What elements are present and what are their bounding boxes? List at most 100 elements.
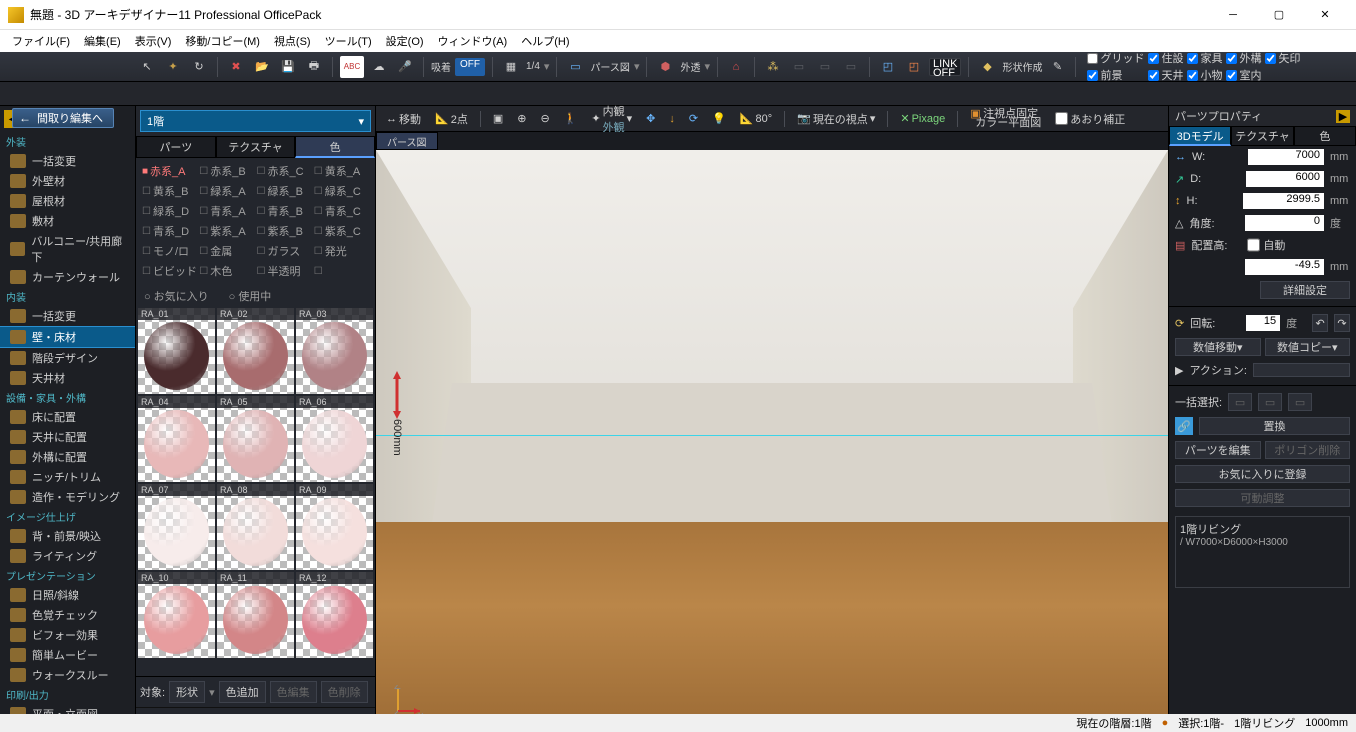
color-thumbnail[interactable]: RA_04 bbox=[138, 396, 215, 482]
nav-item[interactable]: ウォークスルー bbox=[0, 665, 135, 685]
category-item[interactable]: 金属 bbox=[199, 242, 254, 260]
edit-parts-button[interactable]: パーツを編集 bbox=[1175, 441, 1261, 459]
pan-icon[interactable]: ✥ bbox=[642, 110, 659, 128]
detail-settings-button[interactable]: 詳細設定 bbox=[1260, 281, 1350, 299]
nav-item[interactable]: 外構に配置 bbox=[0, 447, 135, 467]
category-item[interactable]: 青系_C bbox=[314, 202, 369, 220]
menu-item[interactable]: ウィンドウ(A) bbox=[432, 31, 514, 51]
grid-icon[interactable]: ▦ bbox=[500, 56, 522, 78]
3d-viewport[interactable]: 600mm Zx bbox=[376, 150, 1168, 732]
nav-item[interactable]: 外壁材 bbox=[0, 171, 135, 191]
display-check-ceiling[interactable]: 天井 bbox=[1148, 67, 1183, 83]
nav-item[interactable]: 天井に配置 bbox=[0, 427, 135, 447]
color-thumbnail[interactable]: RA_01 bbox=[138, 308, 215, 394]
walk-icon[interactable]: 🚶 bbox=[560, 110, 582, 128]
persp-view-icon[interactable]: ▭ bbox=[564, 56, 586, 78]
orbit-down-icon[interactable]: ↓ bbox=[665, 110, 679, 128]
category-item[interactable]: 紫系_A bbox=[199, 222, 254, 240]
rotate-input[interactable]: 15 bbox=[1246, 315, 1280, 331]
color-thumbnail[interactable]: RA_07 bbox=[138, 484, 215, 570]
category-item[interactable]: ガラス bbox=[257, 242, 312, 260]
properties-collapse-icon[interactable]: ▶ bbox=[1336, 110, 1350, 123]
favorite-register-button[interactable]: お気に入りに登録 bbox=[1175, 465, 1350, 483]
nav-item[interactable]: ライティング bbox=[0, 546, 135, 566]
nav-item[interactable]: 敷材 bbox=[0, 211, 135, 231]
properties-tab[interactable]: テクスチャ bbox=[1231, 126, 1293, 146]
menu-item[interactable]: 編集(E) bbox=[78, 31, 127, 51]
color-thumbnail[interactable]: RA_08 bbox=[217, 484, 294, 570]
properties-tab[interactable]: 色 bbox=[1294, 126, 1356, 146]
category-item[interactable]: 赤系_B bbox=[199, 162, 254, 180]
angle-input[interactable]: 0 bbox=[1245, 215, 1324, 231]
move-mode[interactable]: ↔ 移動 bbox=[382, 110, 425, 128]
color-thumbnail[interactable]: RA_03 bbox=[296, 308, 373, 394]
print-icon[interactable]: 🖶 bbox=[303, 56, 325, 78]
multiselect-tool-icon[interactable]: ✦ bbox=[162, 56, 184, 78]
category-item[interactable]: 緑系_A bbox=[199, 182, 254, 200]
num-copy-dropdown[interactable]: 数値コピー ▾ bbox=[1265, 338, 1351, 356]
menu-item[interactable]: 視点(S) bbox=[268, 31, 317, 51]
color-thumbnail[interactable]: RA_02 bbox=[217, 308, 294, 394]
fov-angle[interactable]: 📐 80° bbox=[736, 110, 776, 128]
display-check-fore[interactable]: 前景 bbox=[1087, 67, 1144, 83]
zoom-in-icon[interactable]: ⊕ bbox=[513, 110, 530, 128]
refresh-icon[interactable]: ↻ bbox=[188, 56, 210, 78]
color-add-button[interactable]: 色追加 bbox=[219, 681, 266, 703]
category-item[interactable]: 発光 bbox=[314, 242, 369, 260]
nav-item[interactable]: カーテンウォール bbox=[0, 267, 135, 287]
color-thumbnail[interactable]: RA_05 bbox=[217, 396, 294, 482]
display-check-furn[interactable]: 家具 bbox=[1187, 50, 1222, 66]
delete-icon[interactable]: ✖ bbox=[225, 56, 247, 78]
zoom-out-icon[interactable]: ⊖ bbox=[536, 110, 553, 128]
menu-item[interactable]: ヘルプ(H) bbox=[515, 31, 575, 51]
depth-input[interactable]: 6000 bbox=[1246, 171, 1324, 187]
nav-item[interactable]: 床に配置 bbox=[0, 407, 135, 427]
category-item[interactable]: 半透明 bbox=[257, 262, 312, 280]
wand-icon[interactable]: ⁂ bbox=[762, 56, 784, 78]
maximize-button[interactable]: ▢ bbox=[1256, 0, 1302, 30]
nav-item[interactable]: ビフォー効果 bbox=[0, 625, 135, 645]
back-to-floorplan-button[interactable]: 間取り編集へ bbox=[12, 108, 114, 128]
display-check-inside[interactable]: 室内 bbox=[1226, 67, 1261, 83]
nav-item[interactable]: 階段デザイン bbox=[0, 348, 135, 368]
thumbnail-grid[interactable]: RA_01RA_02RA_03 RA_04RA_05RA_06 RA_07RA_08… bbox=[136, 308, 375, 676]
display-check-arrow[interactable]: 矢印 bbox=[1265, 50, 1300, 66]
ext-trans-icon[interactable]: ⬢ bbox=[654, 56, 676, 78]
select-tool-icon[interactable]: ↖ bbox=[136, 56, 158, 78]
menu-item[interactable]: ツール(T) bbox=[319, 31, 378, 51]
inuse-radio[interactable]: 使用中 bbox=[229, 288, 272, 304]
nav-item[interactable]: 簡単ムービー bbox=[0, 645, 135, 665]
nav-item[interactable]: 屋根材 bbox=[0, 191, 135, 211]
link-icon[interactable]: 🔗 bbox=[1175, 417, 1193, 435]
replace-button[interactable]: 置換 bbox=[1199, 417, 1350, 435]
grid-fraction[interactable]: 1/4 bbox=[526, 61, 540, 72]
category-item[interactable]: 緑系_B bbox=[257, 182, 312, 200]
house-icon[interactable]: ⌂ bbox=[725, 56, 747, 78]
category-item[interactable]: 緑系_D bbox=[142, 202, 197, 220]
orbit-icon[interactable]: ⟳ bbox=[685, 110, 702, 128]
nav-item[interactable]: バルコニー/共用廊下 bbox=[0, 231, 135, 267]
link-off-badge[interactable]: LINKOFF bbox=[929, 58, 961, 76]
open-folder-icon[interactable]: 📂 bbox=[251, 56, 273, 78]
selrect-1-icon[interactable]: ◰ bbox=[877, 56, 899, 78]
color-thumbnail[interactable]: RA_11 bbox=[217, 572, 294, 658]
nav-item[interactable]: 天井材 bbox=[0, 368, 135, 388]
category-item[interactable]: 紫系_C bbox=[314, 222, 369, 240]
nav-item[interactable]: 一括変更 bbox=[0, 306, 135, 326]
color-thumbnail[interactable]: RA_06 bbox=[296, 396, 373, 482]
abc-icon[interactable]: ABC bbox=[340, 56, 364, 78]
display-check-small[interactable]: 小物 bbox=[1187, 67, 1222, 83]
two-point-mode[interactable]: 📐 2点 bbox=[431, 110, 472, 128]
display-check-ext[interactable]: 外構 bbox=[1226, 50, 1261, 66]
category-item[interactable]: 黄系_A bbox=[314, 162, 369, 180]
place-height-input[interactable]: -49.5 bbox=[1245, 259, 1324, 275]
mic-icon[interactable]: 🎤 bbox=[394, 56, 416, 78]
menu-item[interactable]: 設定(O) bbox=[380, 31, 430, 51]
shape-wand-icon[interactable]: ✎ bbox=[1046, 56, 1068, 78]
interior-view[interactable]: ✦ 内観外観 ▾ bbox=[587, 110, 636, 128]
category-item[interactable]: 緑系_C bbox=[314, 182, 369, 200]
display-check-grid[interactable]: グリッド bbox=[1087, 50, 1144, 66]
lamp-icon[interactable]: 💡 bbox=[708, 110, 730, 128]
palette-tab[interactable]: 色 bbox=[295, 136, 375, 158]
width-input[interactable]: 7000 bbox=[1248, 149, 1324, 165]
